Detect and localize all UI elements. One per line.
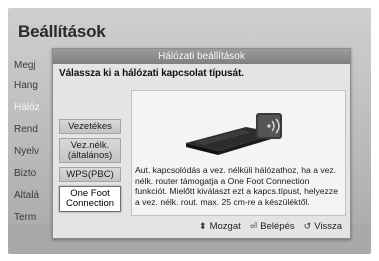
dialog-title: Hálózati beállítások (53, 49, 350, 64)
player-router-illustration (186, 113, 282, 155)
option-wired[interactable]: Vezetékes (59, 119, 121, 134)
hint-move: ⬍ Mozgat (199, 221, 241, 232)
option-wps-pbc[interactable]: WPS(PBC) (59, 167, 121, 182)
option-description: Aut. kapcsolódás a vez. nélküli hálózath… (135, 165, 338, 207)
dialog-prompt: Válassza ki a hálózati kapcsolat típusát… (59, 68, 244, 79)
hint-enter: ⏎ Belépés (250, 221, 295, 232)
hint-return-label: Vissza (314, 221, 342, 232)
hint-move-label: Mozgat (209, 221, 241, 232)
description-panel: Aut. kapcsolódás a vez. nélküli hálózath… (131, 90, 346, 216)
updown-arrows-icon: ⬍ (199, 221, 207, 231)
option-one-foot-connection[interactable]: One Foot Connection (59, 186, 121, 212)
network-settings-dialog: Hálózati beállítások Válassza ki a hálóz… (52, 48, 351, 239)
hint-enter-label: Belépés (260, 221, 295, 232)
dialog-footer-hints: ⬍ Mozgat ⏎ Belépés ↺ Vissza (199, 221, 342, 232)
return-icon: ↺ (303, 221, 312, 231)
tv-screen: Beállítások Megj Hang Hálóz Rend Nyelv B… (8, 8, 371, 254)
hint-return: ↺ Vissza (304, 221, 342, 232)
enter-icon: ⏎ (249, 221, 258, 231)
settings-title: Beállítások (18, 22, 106, 41)
option-wireless-general[interactable]: Vez.nélk. (általános) (59, 138, 121, 163)
